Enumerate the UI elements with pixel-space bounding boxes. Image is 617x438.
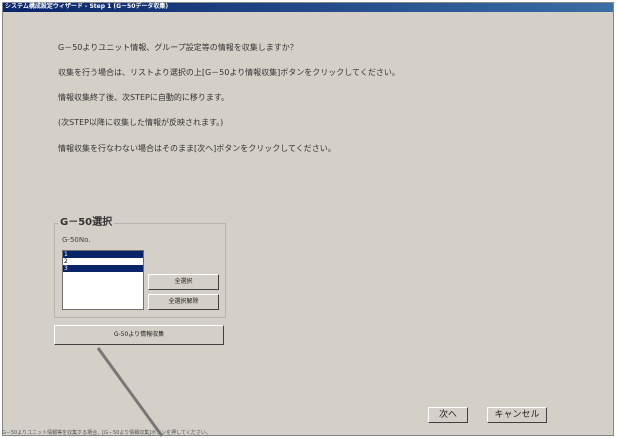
cancel-button[interactable]: キャンセル <box>487 407 547 423</box>
status-bar-text: G－50よりユニット情報等を収集する場合、[G－50より情報収集]ボタンを押して… <box>2 430 211 436</box>
deselect-all-button[interactable]: 全選択解除 <box>148 294 219 310</box>
message-line-3: 情報収集終了後、次STEPに自動的に移ります。 <box>58 93 230 102</box>
g50-listbox[interactable]: 1 2 3 <box>62 250 144 310</box>
list-item[interactable]: 3 <box>63 265 143 272</box>
message-line-4: (次STEP以降に収集した情報が反映されます。) <box>58 118 224 127</box>
window-title: システム構成設定ウィザード - Step 1 (G－50データ収集) <box>5 3 169 10</box>
g50-no-label: G-50No. <box>62 236 91 244</box>
message-line-1: G－50よりユニット情報、グループ設定等の情報を収集しますか？ <box>58 43 298 52</box>
message-line-2: 収集を行う場合は、リストより選択の上[G－50より情報収集]ボタンをクリックして… <box>58 68 400 77</box>
list-item[interactable]: 1 <box>63 251 143 258</box>
next-button[interactable]: 次へ <box>428 407 468 423</box>
g50-group-title: G－50選択 <box>58 216 115 229</box>
title-bar: システム構成設定ウィザード - Step 1 (G－50データ収集) <box>3 3 613 12</box>
select-all-button[interactable]: 全選択 <box>148 274 219 290</box>
collect-from-g50-button[interactable]: G-50より情報収集 <box>54 325 224 345</box>
message-line-5: 情報収集を行なわない場合はそのまま[次へ]ボタンをクリックしてください。 <box>58 144 336 153</box>
list-item[interactable]: 2 <box>63 258 143 265</box>
